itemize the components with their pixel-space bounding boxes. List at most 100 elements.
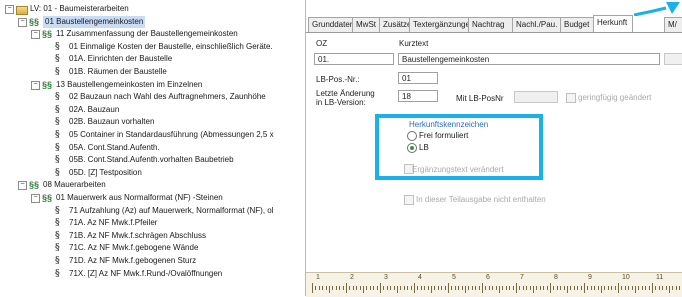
tree-item[interactable]: LV: 01 - Baumeisterarbeiten — [16, 3, 129, 15]
tree-item[interactable]: §§ 13 Baustellengemeinkosten im Einzelnen — [42, 79, 202, 91]
tab-grunddaten[interactable]: Grunddaten — [308, 17, 354, 32]
tab-nachtrag[interactable]: Nachtrag — [468, 17, 513, 32]
tree-item[interactable]: §§ 11 Zusammenfassung der Baustellengemei… — [42, 28, 238, 40]
teilausgabe-checkbox[interactable] — [404, 195, 414, 205]
position-icon: § — [55, 243, 60, 254]
ruler-number: 4 — [418, 274, 422, 281]
position-icon: § — [55, 130, 60, 140]
tree-item[interactable]: § 02B. Bauzaun vorhalten — [55, 116, 154, 128]
ruler-tick — [410, 286, 412, 290]
tab-mwst[interactable]: MwSt — [352, 17, 380, 32]
ruler-tick — [631, 286, 633, 290]
lv-tree[interactable]: LV: 01 - Baumeisterarbeiten − §§ 01 Baustel… — [0, 0, 306, 296]
ruler-tick — [315, 286, 317, 290]
kurztext-field[interactable]: Baustellengemeinkosten — [398, 53, 660, 65]
lb-version-field[interactable]: 18 — [398, 90, 438, 102]
ruler-tick — [451, 286, 453, 290]
ruler-tick — [577, 286, 579, 290]
ruler-tick — [512, 286, 514, 290]
tab-textergänzungen[interactable]: Textergänzungen — [409, 17, 474, 32]
tree-item-label: 01 Mauerwerk aus Normalformat (NF) -Stei… — [56, 193, 223, 202]
ruler-number: 5 — [452, 274, 456, 281]
tree-item[interactable]: § 71B. Az NF Mwk.f.schrägen Abschluss — [55, 230, 206, 242]
oz-field[interactable]: 01. — [314, 53, 394, 65]
tree-item[interactable]: § 05 Container in Standardausführung (Abm… — [55, 129, 274, 141]
tree-item[interactable]: § 71D. Az NF Mwk.f.gebogenen Sturz — [55, 255, 196, 267]
tab-nachl-pau[interactable]: Nachl./Pau. — [512, 17, 561, 32]
tree-item[interactable]: § 01A. Einrichten der Baustelle — [55, 53, 172, 65]
lb-version-label: in LB-Version: — [316, 98, 366, 107]
ruler-tick — [431, 286, 432, 293]
ruler-tick — [679, 286, 681, 290]
ruler-tick — [587, 286, 589, 290]
ruler-tick — [461, 286, 463, 290]
tree-item-label: 05D. [Z] Testposition — [69, 167, 142, 177]
ruler-tick — [482, 283, 483, 293]
ruler-tick — [584, 283, 585, 293]
ruler-tick — [424, 286, 426, 290]
ruler-tick — [478, 286, 480, 290]
tree-item[interactable]: §§ 01 Mauerwerk aus Normalformat (NF) -St… — [42, 192, 223, 204]
ruler-tick — [329, 286, 330, 293]
ruler-number: 9 — [588, 274, 592, 281]
ruler-tick — [526, 286, 528, 290]
position-icon: § — [55, 167, 60, 178]
ruler-tick — [658, 286, 660, 290]
tab-m[interactable]: M/ — [664, 17, 682, 32]
tree-item[interactable]: § 01 Einmalige Kosten der Baustelle, eins… — [55, 41, 273, 53]
ruler-tick — [346, 283, 347, 293]
position-icon: § — [55, 230, 60, 241]
ruler-tick — [339, 286, 341, 290]
tree-item[interactable]: § 05B. Cont.Stand.Aufenth.vorhalten Baube… — [55, 154, 234, 166]
tree-item[interactable]: § 71 Aufzahlung (Az) auf Mauerwerk, Norma… — [55, 205, 274, 217]
lbpos-field[interactable]: 01 — [398, 72, 438, 84]
ruler-tick — [648, 286, 650, 290]
ruler-tick — [417, 286, 419, 290]
ruler-tick — [638, 286, 640, 290]
tree-item[interactable]: § 05D. [Z] Testposition — [55, 167, 142, 179]
tree-item[interactable]: § 05A. Cont.Stand.Aufenth. — [55, 142, 160, 154]
tree-item-label: 71C. Az NF Mwk.f.gebogene Wände — [69, 243, 199, 253]
position-icon: § — [55, 256, 60, 266]
tree-collapse-toggle[interactable]: − — [31, 194, 40, 203]
mit-lbposnr-field — [514, 91, 558, 103]
lbpos-label: LB-Pos.-Nr.: — [316, 75, 360, 84]
tree-collapse-toggle[interactable]: − — [18, 17, 27, 27]
tree-collapse-toggle[interactable]: − — [5, 5, 14, 14]
tab-herkunft[interactable]: Herkunft — [593, 15, 633, 32]
tree-item[interactable]: § 71X. [Z] Az NF Mwk.f.Rund-/Ovalöffnunge… — [55, 268, 222, 280]
ruler-tick — [543, 286, 545, 290]
ruler-tick — [533, 286, 534, 293]
tree-item-label: 71X. [Z] Az NF Mwk.f.Rund-/Ovalöffnungen — [69, 268, 223, 278]
tree-item[interactable]: § 01B. Räumen der Baustelle — [55, 66, 167, 78]
ruler-tick — [621, 286, 623, 290]
group-icon: §§ — [29, 180, 40, 191]
ruler-tick — [383, 286, 385, 290]
tree-collapse-toggle[interactable]: − — [18, 181, 27, 191]
ruler-tick — [335, 286, 337, 290]
ruler-tick — [529, 286, 531, 290]
ruler-tick — [556, 286, 558, 290]
tree-item[interactable]: § 02 Bauzaun nach Wahl des Auftragnehmers… — [55, 91, 266, 103]
ruler-tick — [407, 286, 409, 290]
tree-collapse-toggle[interactable]: − — [31, 80, 40, 90]
ruler-tick — [441, 286, 443, 290]
position-icon: § — [55, 268, 60, 279]
tree-item[interactable]: § 71C. Az NF Mwk.f.gebogene Wände — [55, 242, 198, 254]
tab-budget[interactable]: Budget — [560, 17, 594, 32]
geringfuegig-label: geringfügig geändert — [578, 93, 652, 102]
ruler-tick — [570, 286, 572, 290]
tree-item-label: 08 Mauerarbeiten — [43, 180, 106, 190]
geringfuegig-checkbox[interactable] — [566, 93, 576, 103]
tab-zusätze[interactable]: Zusätze — [379, 17, 411, 32]
tree-item[interactable]: § 71A. Az NF Mwk.f.Pfeiler — [55, 217, 157, 229]
pointer-arrow-icon — [633, 2, 680, 16]
position-icon: § — [55, 104, 60, 115]
tree-item[interactable]: §§ 08 Mauerarbeiten — [29, 179, 106, 191]
position-icon: § — [55, 92, 60, 103]
tree-item-label: 01 Baustellengemeinkosten — [43, 15, 146, 28]
tree-item[interactable]: § 02A. Bauzaun — [55, 104, 119, 116]
tree-item[interactable]: §§ 01 Baustellengemeinkosten — [29, 15, 146, 28]
tree-collapse-toggle[interactable]: − — [31, 30, 40, 40]
extra-field — [664, 53, 682, 65]
